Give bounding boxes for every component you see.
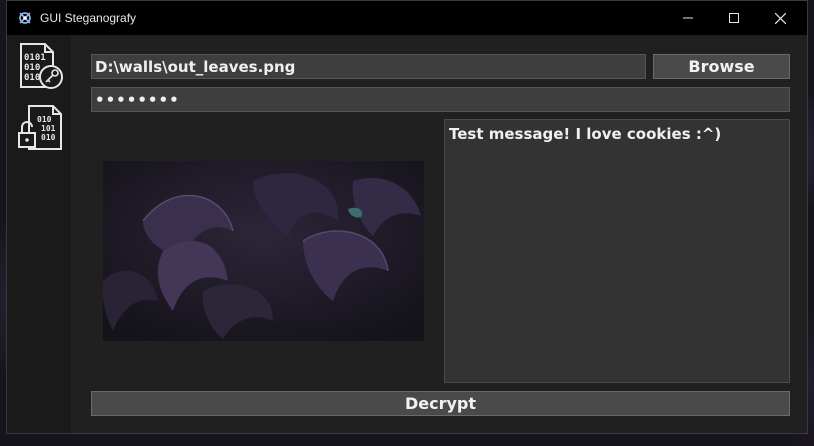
window-title: GUI Steganografy bbox=[40, 11, 137, 25]
message-textarea[interactable]: Test message! I love cookies :^) bbox=[444, 119, 790, 383]
binary-file-key-icon: 0101 010 010 bbox=[20, 43, 63, 89]
file-path-input[interactable] bbox=[91, 54, 646, 79]
svg-text:0101: 0101 bbox=[24, 53, 46, 63]
svg-text:010: 010 bbox=[24, 73, 40, 83]
svg-text:010: 010 bbox=[41, 133, 56, 142]
maximize-icon bbox=[729, 13, 739, 23]
sidebar: 0101 010 010 010 101 010 bbox=[7, 35, 71, 433]
image-preview bbox=[103, 161, 424, 341]
svg-text:101: 101 bbox=[41, 124, 56, 133]
close-button[interactable] bbox=[757, 1, 803, 35]
svg-text:010: 010 bbox=[37, 115, 52, 124]
password-field[interactable]: •••••••• bbox=[91, 87, 790, 112]
sidebar-item-decrypt[interactable]: 010 101 010 bbox=[13, 101, 67, 155]
close-icon bbox=[774, 12, 786, 24]
minimize-icon bbox=[683, 17, 693, 19]
title-bar[interactable]: GUI Steganografy bbox=[7, 1, 807, 35]
decrypt-button[interactable]: Decrypt bbox=[91, 391, 790, 416]
minimize-button[interactable] bbox=[665, 1, 711, 35]
browse-button[interactable]: Browse bbox=[653, 54, 790, 79]
maximize-button[interactable] bbox=[711, 1, 757, 35]
svg-text:010: 010 bbox=[24, 63, 40, 73]
app-icon bbox=[19, 12, 31, 24]
app-window: GUI Steganografy 0101 010 010 010 101 01… bbox=[6, 0, 808, 434]
binary-file-unlock-icon: 010 101 010 bbox=[18, 105, 62, 150]
leaves-image bbox=[103, 161, 424, 341]
sidebar-item-encrypt[interactable]: 0101 010 010 bbox=[13, 39, 67, 93]
